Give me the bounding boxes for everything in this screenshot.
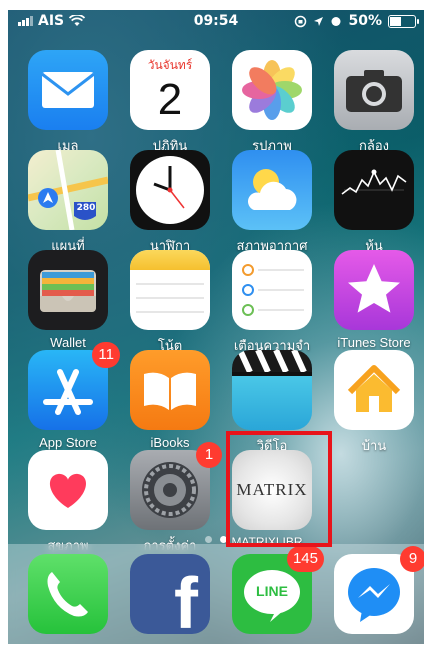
status-bar: AIS 09:54 50% xyxy=(8,10,424,34)
map-icon xyxy=(28,150,108,230)
app-itunes-store[interactable]: iTunes Store xyxy=(324,250,424,350)
app-label: บ้าน xyxy=(361,438,387,453)
notes-lines-icon xyxy=(136,283,204,313)
calendar-day: 2 xyxy=(157,75,183,124)
dock-app-messenger[interactable]: 9 xyxy=(324,546,424,634)
notification-badge: 11 xyxy=(92,342,120,368)
stocks-chart-icon xyxy=(341,169,407,195)
app-home[interactable]: บ้าน xyxy=(324,350,424,456)
app-camera[interactable]: กล้อง xyxy=(324,50,424,156)
reminders-list-icon xyxy=(242,264,304,316)
dock-app-facebook[interactable]: f xyxy=(120,554,220,634)
battery-icon xyxy=(388,14,419,28)
sun-cloud-icon xyxy=(247,169,297,210)
app-mail[interactable]: เมล xyxy=(18,50,118,156)
app-app-store[interactable]: 11 App Store xyxy=(18,342,120,450)
camera-icon xyxy=(346,70,402,112)
app-label: App Store xyxy=(39,435,97,450)
orientation-lock-icon xyxy=(295,15,307,27)
dock-app-phone[interactable] xyxy=(18,554,118,634)
line-logo-text: LINE xyxy=(256,583,288,599)
app-photos[interactable]: รูปภาพ xyxy=(222,50,322,156)
app-wallet[interactable]: Wallet xyxy=(18,250,118,350)
star-icon xyxy=(348,264,400,313)
heart-icon xyxy=(49,473,87,508)
alarm-icon xyxy=(331,17,341,26)
app-clock[interactable]: นาฬิกา xyxy=(120,150,220,256)
photos-flower-icon xyxy=(242,60,302,120)
app-reminders[interactable]: เตือนความจำ xyxy=(222,250,322,356)
highlight-box xyxy=(226,431,332,547)
open-book-icon xyxy=(144,372,196,410)
app-calendar[interactable]: วันจันทร์ 2 ปฏิทิน xyxy=(120,50,220,156)
app-notes[interactable]: โน้ต xyxy=(120,250,220,356)
house-icon xyxy=(347,365,401,412)
clapperboard-icon xyxy=(232,350,312,376)
app-maps[interactable]: 280 แผนที่ xyxy=(18,150,118,256)
dock-app-line[interactable]: LINE 145 xyxy=(222,546,324,634)
home-screen: AIS 09:54 50% เมล วันจันทร์ 2 ปฏิทิน รูป… xyxy=(8,10,424,644)
notification-badge: 9 xyxy=(400,546,424,572)
page-indicator[interactable] xyxy=(8,536,424,543)
dock: f LINE 145 9 xyxy=(8,544,424,644)
app-ibooks[interactable]: iBooks xyxy=(120,350,220,450)
app-label: iTunes Store xyxy=(337,335,411,350)
wallet-icon xyxy=(40,270,96,312)
battery-percent: 50% xyxy=(348,13,382,29)
envelope-icon xyxy=(41,72,95,108)
calendar-weekday: วันจันทร์ xyxy=(147,58,193,72)
page-dot xyxy=(205,536,212,543)
phone-handset-icon xyxy=(47,572,88,617)
notification-badge: 1 xyxy=(196,442,222,468)
notification-badge: 145 xyxy=(286,546,324,572)
app-stocks[interactable]: หุ้น xyxy=(324,150,424,256)
app-weather[interactable]: สภาพอากาศ xyxy=(222,150,322,256)
location-icon xyxy=(314,16,324,26)
clock-icon xyxy=(136,156,204,224)
facebook-f-icon: f xyxy=(174,564,198,634)
maps-shield-number: 280 xyxy=(76,203,96,213)
